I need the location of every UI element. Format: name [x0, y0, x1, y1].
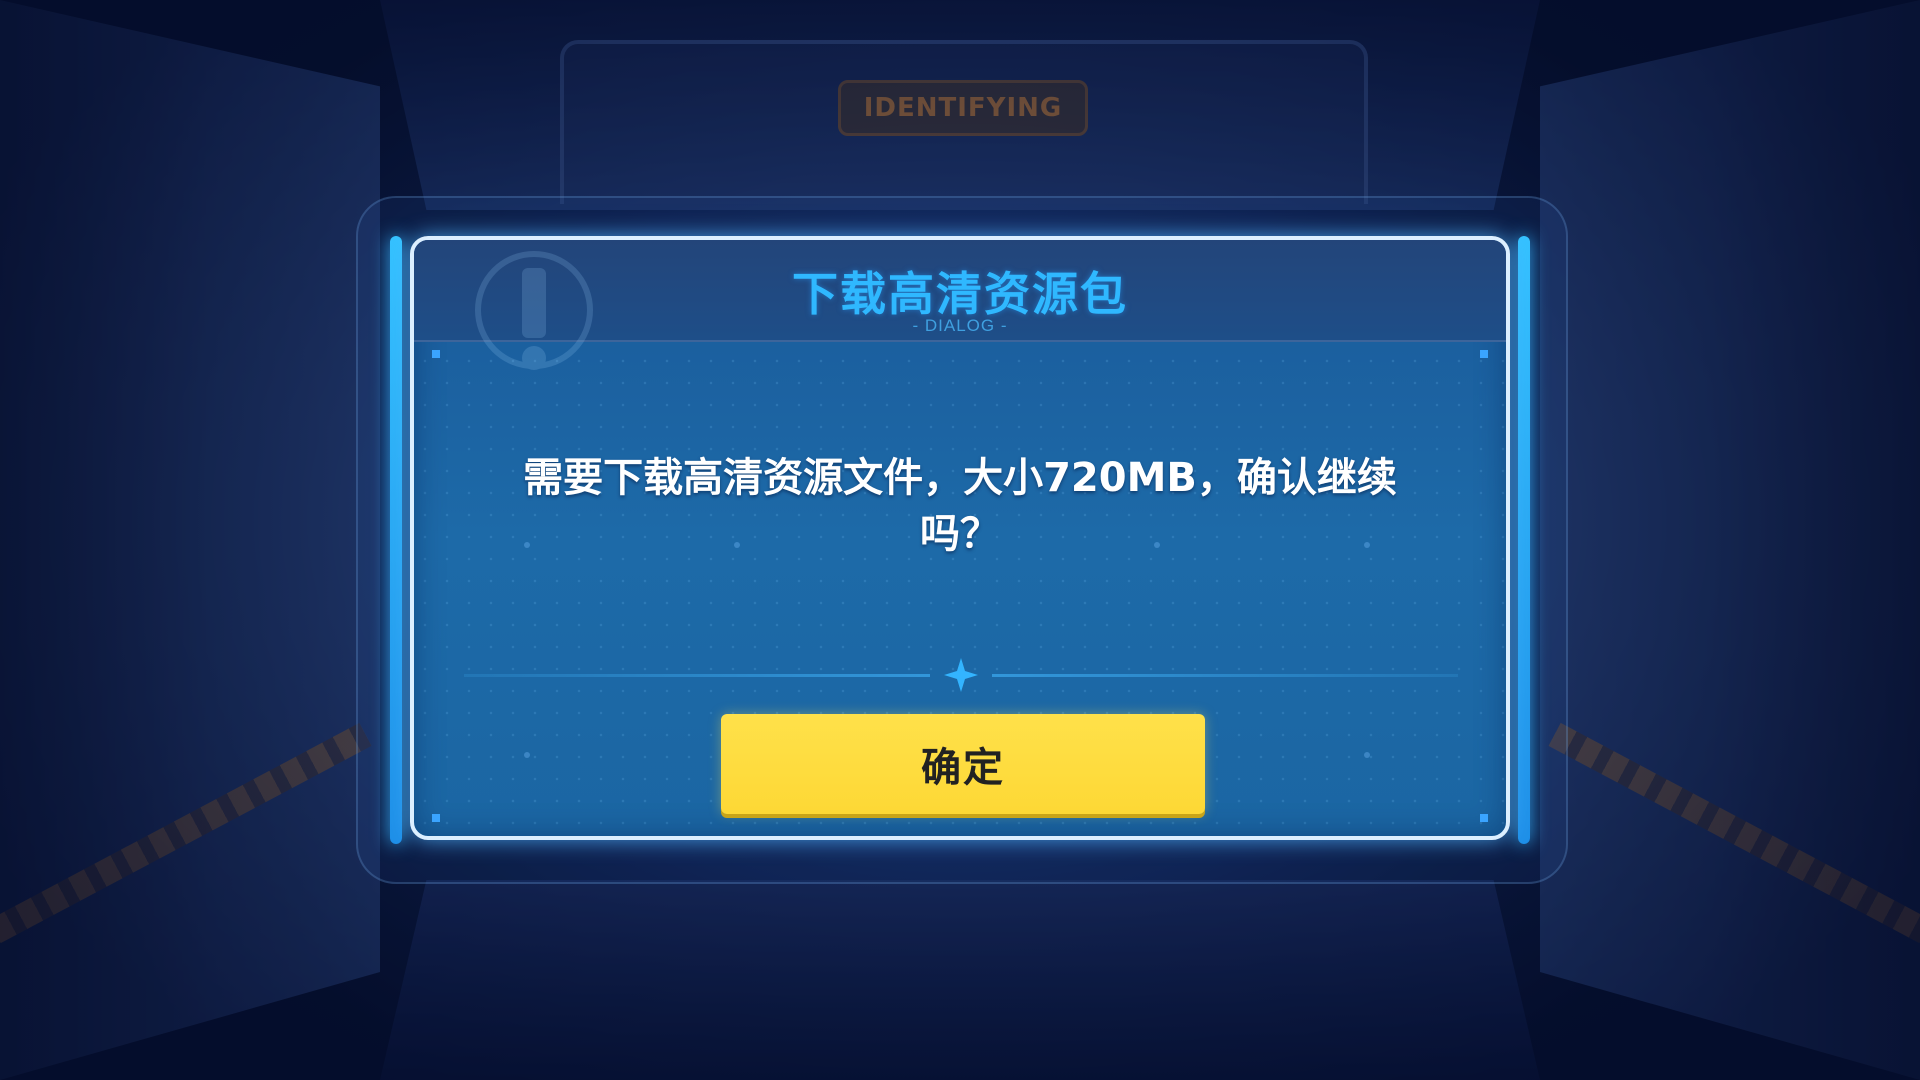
confirm-button[interactable]: 确定	[721, 714, 1205, 814]
divider-line-right	[992, 674, 1458, 677]
download-dialog: 下载高清资源包 - DIALOG - 需要下载高清资源文件，大小720MB，确认…	[410, 236, 1510, 840]
decor-dot	[524, 752, 530, 758]
divider-line-left	[464, 674, 930, 677]
dialog-header: 下载高清资源包 - DIALOG -	[414, 240, 1506, 370]
dialog-title: 下载高清资源包	[792, 267, 1128, 321]
dialog-side-bar-left	[390, 236, 402, 844]
dialog-side-bar-right	[1518, 236, 1530, 844]
corner-dot-top-left	[432, 350, 440, 358]
dialog-message: 需要下载高清资源文件，大小720MB，确认继续吗？	[523, 455, 1397, 557]
corner-dot-top-right	[1480, 350, 1488, 358]
corner-dot-bottom-left	[432, 814, 440, 822]
corner-dot-bottom-right	[1480, 814, 1488, 822]
four-point-star-icon	[944, 658, 978, 692]
dialog-subtitle: - DIALOG -	[912, 316, 1008, 335]
decor-dot	[1364, 752, 1370, 758]
